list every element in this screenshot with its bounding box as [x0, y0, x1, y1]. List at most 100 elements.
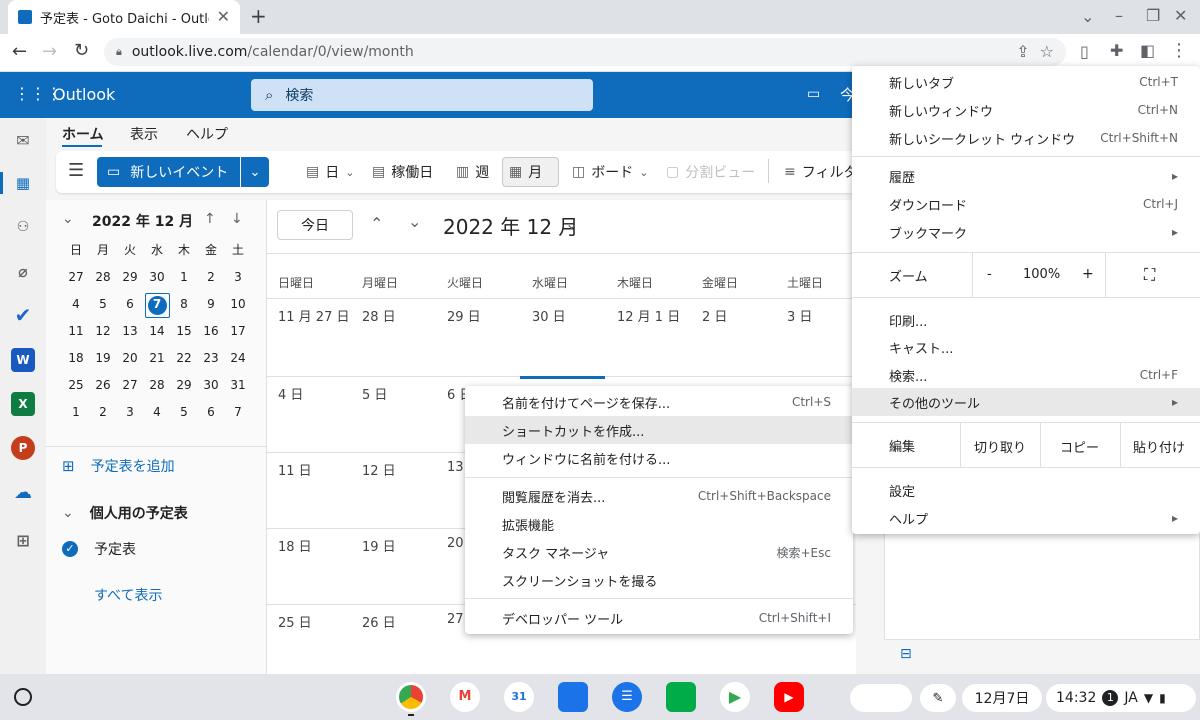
cast-item[interactable]: キャスト...: [852, 333, 1200, 361]
mini-date-cell[interactable]: 2: [90, 401, 116, 423]
chrome-app-icon[interactable]: [396, 682, 426, 712]
tab-close-icon[interactable]: ✕: [217, 9, 230, 25]
mini-date-cell[interactable]: 30: [198, 374, 224, 396]
back-icon[interactable]: ←: [12, 43, 27, 61]
onedrive-icon[interactable]: ☁: [11, 480, 35, 504]
mini-date-cell[interactable]: 1: [171, 266, 197, 288]
mini-date-cell[interactable]: 27: [117, 374, 143, 396]
mini-date-cell[interactable]: 29: [117, 266, 143, 288]
files-app-icon[interactable]: [558, 682, 588, 712]
mini-date-cell[interactable]: 6: [117, 293, 143, 315]
mini-date-cell[interactable]: 17: [225, 320, 251, 342]
mini-date-cell[interactable]: 11: [63, 320, 89, 342]
reload-icon[interactable]: ↻: [74, 42, 89, 60]
copy-button[interactable]: コピー: [1060, 437, 1099, 456]
mini-date-cell[interactable]: 7: [225, 401, 251, 423]
mini-calendar-title[interactable]: 2022 年 12 月: [92, 211, 193, 231]
checkmark-circle-icon[interactable]: ✓: [62, 541, 78, 557]
youtube-app-icon[interactable]: ▶: [774, 682, 804, 712]
name-window-item[interactable]: ウィンドウに名前を付ける...: [465, 444, 853, 472]
calendar-icon[interactable]: ▦: [11, 171, 35, 195]
day-cell-date[interactable]: 13: [447, 460, 464, 475]
bookmarks-item[interactable]: ブックマーク ▸: [852, 218, 1200, 246]
holding-space-tray[interactable]: [850, 684, 912, 712]
calendar-app-icon[interactable]: 31: [504, 682, 534, 712]
mini-date-cell[interactable]: 1: [63, 401, 89, 423]
day-cell-date[interactable]: 5 日: [362, 384, 387, 403]
bookmark-star-icon[interactable]: ☆: [1040, 44, 1054, 60]
mini-prev-month-icon[interactable]: ↑: [204, 212, 216, 226]
new-event-dropdown[interactable]: ⌄: [241, 157, 269, 187]
title-chevron-icon[interactable]: ⌄: [565, 216, 578, 232]
day-cell-date[interactable]: 11 月 27 日: [278, 306, 349, 325]
close-window-icon[interactable]: ✕: [1174, 8, 1187, 24]
mini-date-cell[interactable]: 9: [198, 293, 224, 315]
cut-button[interactable]: 切り取り: [974, 437, 1026, 456]
outlook-brand[interactable]: Outlook: [53, 72, 115, 118]
minimize-icon[interactable]: –: [1115, 8, 1123, 24]
personal-calendars-group[interactable]: ⌄ 個人用の予定表: [62, 503, 188, 523]
meet-now-icon[interactable]: ▭: [807, 86, 820, 102]
more-apps-icon[interactable]: ⊞: [11, 528, 35, 552]
forward-icon[interactable]: →: [42, 43, 57, 61]
settings-item[interactable]: 設定: [852, 476, 1200, 504]
mini-date-cell[interactable]: 13: [117, 320, 143, 342]
status-tray[interactable]: 14:32 1 JA ▼ ▮: [1046, 684, 1196, 712]
view-board-button[interactable]: ◫ ボード ⌄: [566, 157, 654, 187]
prev-month-icon[interactable]: ⌃: [370, 216, 383, 232]
day-cell-date[interactable]: 29 日: [447, 306, 481, 325]
hamburger-icon[interactable]: ☰: [68, 160, 84, 181]
day-cell-date[interactable]: 20: [447, 536, 464, 551]
new-window-item[interactable]: 新しいウィンドウ Ctrl+N: [852, 96, 1200, 124]
mini-collapse-chevron-icon[interactable]: ⌄: [62, 212, 74, 226]
new-event-button[interactable]: ▭ 新しいイベント: [97, 157, 240, 187]
incognito-item[interactable]: 新しいシークレット ウィンドウ Ctrl+Shift+N: [852, 124, 1200, 152]
new-tab-item[interactable]: 新しいタブ Ctrl+T: [852, 68, 1200, 96]
mini-date-cell[interactable]: 8: [171, 293, 197, 315]
mini-date-cell[interactable]: 5: [171, 401, 197, 423]
chrome-menu-icon[interactable]: ⋮: [1170, 42, 1188, 60]
share-icon[interactable]: ⇪: [1016, 44, 1029, 60]
date-tray[interactable]: 12月7日: [962, 684, 1042, 712]
day-cell-date[interactable]: 27: [447, 612, 464, 627]
powerpoint-icon[interactable]: P: [11, 436, 35, 460]
panel-toggle-icon[interactable]: ⊟: [900, 646, 912, 662]
address-bar[interactable]: 🔒︎ outlook.live.com/calendar/0/view/mont…: [104, 38, 1066, 66]
mini-date-cell[interactable]: 22: [171, 347, 197, 369]
launcher-icon[interactable]: [14, 688, 32, 706]
mini-date-cell[interactable]: 19: [90, 347, 116, 369]
excel-icon[interactable]: X: [11, 392, 35, 416]
tab-search-chevron-icon[interactable]: ⌄: [1081, 9, 1094, 25]
save-page-item[interactable]: 名前を付けてページを保存... Ctrl+S: [465, 388, 853, 416]
people-icon[interactable]: ⚇: [11, 215, 35, 239]
screenshot-item[interactable]: スクリーンショットを撮る: [465, 566, 853, 594]
todo-icon[interactable]: ✔: [11, 303, 35, 327]
restore-icon[interactable]: ❐: [1146, 8, 1160, 24]
day-cell-date[interactable]: 3 日: [787, 306, 812, 325]
tab-home[interactable]: ホーム: [62, 124, 104, 144]
create-shortcut-item[interactable]: ショートカットを作成...: [465, 416, 853, 444]
stylus-tray[interactable]: ✎: [920, 684, 956, 712]
side-panel-icon[interactable]: ◧: [1140, 43, 1155, 59]
view-week-button[interactable]: ▥ 週: [450, 157, 495, 187]
mini-date-cell[interactable]: 5: [90, 293, 116, 315]
view-month-button[interactable]: ▦ 月: [502, 157, 559, 187]
mini-date-cell[interactable]: 15: [171, 320, 197, 342]
mini-date-cell[interactable]: 16: [198, 320, 224, 342]
day-cell-date[interactable]: 4 日: [278, 384, 303, 403]
show-all-link[interactable]: すべて表示: [94, 585, 162, 605]
mini-date-cell[interactable]: 20: [117, 347, 143, 369]
mini-date-cell[interactable]: 28: [90, 266, 116, 288]
mini-date-cell[interactable]: 2: [198, 266, 224, 288]
browser-tab[interactable]: 予定表 - Goto Daichi - Outlook ✕: [8, 0, 240, 34]
gmail-app-icon[interactable]: M: [450, 682, 480, 712]
main-month-title[interactable]: 2022 年 12 月: [443, 211, 578, 240]
day-cell-date[interactable]: 28 日: [362, 306, 396, 325]
mini-date-cell[interactable]: 24: [225, 347, 251, 369]
mini-date-cell[interactable]: 14: [144, 320, 170, 342]
task-manager-item[interactable]: タスク マネージャ 検索+Esc: [465, 538, 853, 566]
tab-help[interactable]: ヘルプ: [186, 124, 228, 144]
mini-date-cell[interactable]: 3: [117, 401, 143, 423]
extensions-puzzle-icon[interactable]: ✚: [1110, 43, 1123, 59]
mini-date-cell[interactable]: 30: [144, 266, 170, 288]
